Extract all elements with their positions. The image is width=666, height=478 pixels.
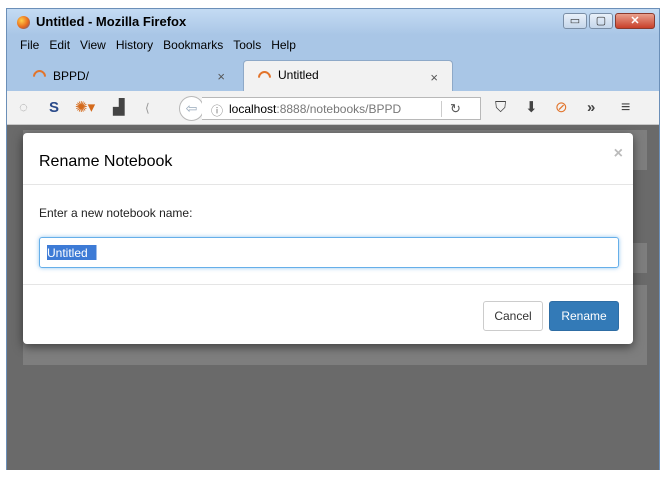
firefox-icon	[17, 16, 30, 29]
overflow-icon[interactable]: »	[587, 99, 595, 117]
close-icon: ✕	[630, 15, 640, 27]
info-icon[interactable]: ⓘ	[211, 102, 223, 119]
minimize-button[interactable]: ▭	[563, 13, 587, 29]
blocker-icon[interactable]: ⊘	[555, 99, 568, 117]
rename-dialog: Rename Notebook × Enter a new notebook n…	[23, 133, 633, 344]
download-icon[interactable]: ⬇	[525, 99, 538, 117]
maximize-icon: ▢	[595, 15, 607, 27]
dialog-title: Rename Notebook	[39, 153, 173, 170]
cancel-button[interactable]: Cancel	[483, 301, 543, 331]
dialog-prompt: Enter a new notebook name:	[39, 206, 193, 220]
back-arrow-icon: ⇦	[185, 100, 198, 116]
close-window-button[interactable]: ✕	[615, 13, 655, 29]
dialog-body: Enter a new notebook name:	[23, 185, 633, 285]
loading-spinner-icon	[255, 68, 274, 87]
pocket-icon[interactable]: ⛉	[495, 99, 506, 117]
tab-strip: BPPD/ × Untitled ×	[7, 55, 659, 91]
incognito-icon[interactable]: ▟	[113, 99, 125, 117]
url-divider	[441, 101, 442, 117]
fox-addon-icon[interactable]: ✺▾	[75, 99, 95, 117]
url-text: localhost:8888/notebooks/BPPD	[229, 102, 434, 116]
title-bar[interactable]: Untitled - Mozilla Firefox ▭ ▢ ✕	[7, 9, 659, 35]
menu-edit[interactable]: Edit	[49, 38, 70, 52]
menu-tools[interactable]: Tools	[233, 38, 261, 52]
url-host: localhost	[229, 102, 277, 116]
menu-help[interactable]: Help	[271, 38, 296, 52]
tab-close-icon[interactable]: ×	[217, 69, 225, 84]
window-controls: ▭ ▢ ✕	[563, 13, 655, 29]
menu-history[interactable]: History	[116, 38, 153, 52]
menu-icon[interactable]: ≡	[621, 99, 630, 117]
menu-view[interactable]: View	[80, 38, 106, 52]
navigation-toolbar: ◌ S ✺▾ ▟ ⟨ ⇦ ⓘ localhost:8888/notebooks/…	[7, 91, 659, 125]
menu-bookmarks[interactable]: Bookmarks	[163, 38, 223, 52]
url-bar[interactable]: ⓘ localhost:8888/notebooks/BPPD ↻	[202, 97, 481, 120]
reload-icon[interactable]: ↻	[450, 101, 461, 117]
rename-button[interactable]: Rename	[549, 301, 619, 331]
s-addon-icon[interactable]: S	[49, 99, 59, 117]
minimize-icon: ▭	[569, 15, 581, 27]
tab-bppd[interactable]: BPPD/ ×	[19, 62, 239, 91]
maximize-button[interactable]: ▢	[589, 13, 613, 29]
dialog-footer: Cancel Rename	[23, 285, 633, 343]
back-button[interactable]: ⇦	[179, 96, 204, 121]
dialog-close-icon[interactable]: ×	[614, 145, 623, 163]
window-title: Untitled - Mozilla Firefox	[36, 14, 187, 29]
rss-icon[interactable]: ◌	[19, 99, 28, 117]
notebook-name-input[interactable]	[39, 237, 619, 268]
tab-label: BPPD/	[53, 69, 90, 83]
separator-icon: ⟨	[145, 101, 150, 115]
menu-bar: File Edit View History Bookmarks Tools H…	[7, 35, 659, 55]
loading-spinner-icon	[30, 67, 49, 86]
tab-label: Untitled	[278, 68, 319, 82]
dialog-header: Rename Notebook ×	[23, 133, 633, 185]
tab-close-icon[interactable]: ×	[430, 70, 438, 85]
tab-untitled[interactable]: Untitled ×	[243, 60, 453, 91]
url-path: :8888/notebooks/BPPD	[276, 102, 402, 116]
menu-file[interactable]: File	[20, 38, 39, 52]
